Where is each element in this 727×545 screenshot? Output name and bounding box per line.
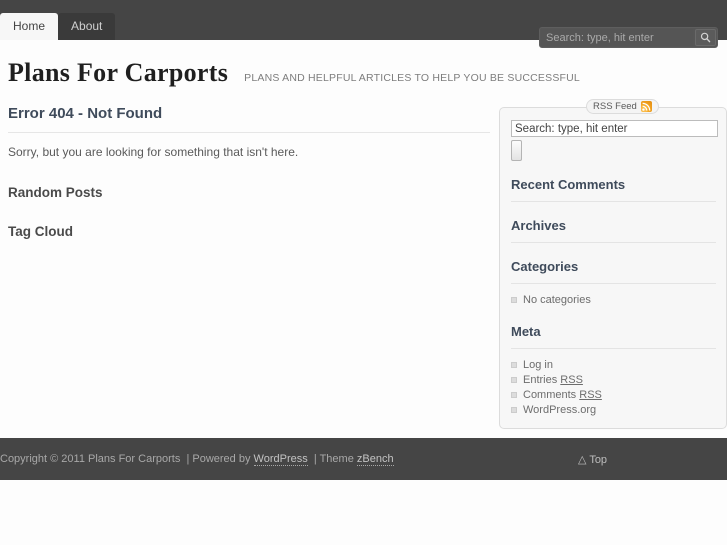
footer-credits: Copyright © 2011 Plans For Carports | Po… — [0, 453, 394, 466]
sidebar: RSS Feed Recent Comments Archive — [499, 99, 727, 429]
bullet-icon — [511, 377, 517, 383]
header-search-input[interactable] — [541, 29, 693, 46]
sidebar-search-form — [511, 120, 718, 161]
meta-link-login[interactable]: Log in — [523, 359, 553, 371]
meta-link-wordpress-org[interactable]: WordPress.org — [523, 404, 596, 416]
widget-title-meta: Meta — [511, 324, 716, 349]
bullet-icon — [511, 407, 517, 413]
meta-link-entries-rss-label: RSS — [560, 374, 583, 386]
top-navigation-bar: Home About — [0, 0, 727, 48]
meta-list: Log in Entries RSS Comments RSS WordPres… — [511, 358, 716, 418]
nav-item-about[interactable]: About — [58, 13, 116, 40]
meta-link-login-label: Log in — [523, 359, 553, 371]
rss-icon — [640, 101, 652, 112]
list-item: No categories — [511, 293, 716, 308]
nav-item-home[interactable]: Home — [0, 13, 59, 40]
rss-feed-legend[interactable]: RSS Feed — [586, 99, 659, 114]
header-search-form — [539, 27, 718, 48]
meta-link-comments-rss[interactable]: Comments RSS — [523, 389, 602, 401]
main-menu: Home About — [0, 13, 116, 40]
meta-link-entries-rss[interactable]: Entries RSS — [523, 374, 583, 386]
sidebar-inner: Recent Comments Archives Categories No c… — [500, 108, 726, 418]
section-title-tag-cloud: Tag Cloud — [8, 224, 73, 239]
footer-separator-2: | — [313, 453, 317, 465]
meta-link-entries-label: Entries — [523, 374, 561, 386]
meta-link-comments-label: Comments — [523, 389, 580, 401]
widget-title-recent-comments: Recent Comments — [511, 177, 716, 202]
widget-title-categories: Categories — [511, 259, 716, 284]
footer-theme-prefix: Theme — [319, 453, 354, 465]
bullet-icon — [511, 297, 517, 303]
search-icon — [700, 32, 711, 43]
widget-meta: Meta Log in Entries RSS Comments RSS Wor… — [511, 324, 716, 418]
rss-feed-label: RSS Feed — [593, 101, 637, 112]
page-root: Home About Plans For Carports PLANS AND … — [0, 0, 727, 545]
meta-link-comments-rss-label: RSS — [579, 389, 602, 401]
site-footer: Copyright © 2011 Plans For Carports | Po… — [0, 438, 727, 480]
header-search-button[interactable] — [695, 29, 716, 46]
page-title: Error 404 - Not Found — [8, 105, 490, 133]
footer-copyright: Copyright © 2011 Plans For Carports — [0, 453, 181, 465]
footer-link-wordpress[interactable]: WordPress — [253, 453, 308, 466]
widget-recent-comments: Recent Comments — [511, 177, 716, 202]
footer-link-zbench[interactable]: zBench — [356, 453, 394, 466]
widget-title-archives: Archives — [511, 218, 716, 243]
site-title[interactable]: Plans For Carports — [8, 58, 228, 88]
list-item[interactable]: Entries RSS — [511, 373, 716, 388]
footer-separator-1: | — [186, 453, 190, 465]
error-message: Sorry, but you are looking for something… — [8, 145, 299, 159]
list-item[interactable]: WordPress.org — [511, 403, 716, 418]
widget-categories: Categories No categories — [511, 259, 716, 308]
category-empty-label: No categories — [523, 294, 591, 306]
widget-archives: Archives — [511, 218, 716, 243]
footer-powered-prefix: Powered by — [192, 453, 251, 465]
section-title-random-posts: Random Posts — [8, 185, 103, 200]
nav-item-about-label: About — [71, 19, 103, 33]
bullet-icon — [511, 392, 517, 398]
categories-list: No categories — [511, 293, 716, 308]
nav-item-home-label: Home — [13, 19, 46, 33]
meta-link-wordpress-org-label: WordPress.org — [523, 404, 597, 416]
site-tagline: PLANS AND HELPFUL ARTICLES TO HELP YOU B… — [244, 72, 580, 84]
site-branding: Plans For Carports PLANS AND HELPFUL ART… — [8, 58, 580, 88]
list-item[interactable]: Comments RSS — [511, 388, 716, 403]
list-item[interactable]: Log in — [511, 358, 716, 373]
bullet-icon — [511, 362, 517, 368]
sidebar-search-input[interactable] — [511, 120, 718, 137]
main-content: Error 404 - Not Found Sorry, but you are… — [8, 105, 490, 263]
sidebar-search-submit[interactable] — [511, 140, 522, 161]
back-to-top-link[interactable]: △ Top — [578, 453, 607, 466]
